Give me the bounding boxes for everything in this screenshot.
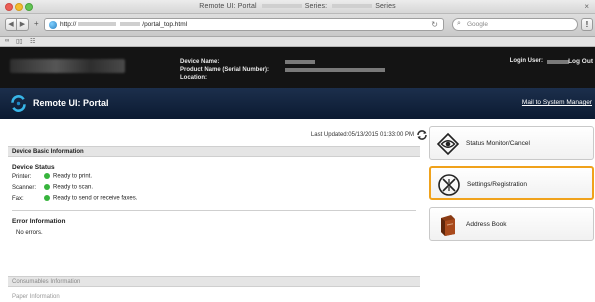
brand-logo: [10, 59, 125, 73]
reading-list-icon[interactable]: ∞: [5, 38, 9, 44]
reload-icon[interactable]: ↻: [431, 20, 438, 29]
device-status-heading: Device Status: [12, 164, 55, 171]
address-bar[interactable]: http:///portal_top.html ↻: [44, 18, 444, 31]
portal-title: Remote UI: Portal: [33, 98, 109, 108]
main-content: Last Updated:05/13/2015 01:33:00 PM Devi…: [8, 119, 427, 302]
error-info-text: No errors.: [16, 230, 43, 236]
divider: [12, 210, 416, 211]
search-icon: ⌕: [457, 20, 461, 27]
page-header: Device Name: Product Name (Serial Number…: [0, 47, 595, 88]
search-input[interactable]: ⌕ Google: [452, 18, 578, 31]
globe-icon: [49, 21, 57, 29]
status-monitor-cancel-button[interactable]: Status Monitor/Cancel: [429, 126, 594, 160]
settings-registration-icon: [438, 174, 460, 196]
window-title: Remote UI: Portal Series: Series: [199, 3, 396, 10]
url-text: http:///portal_top.html: [60, 21, 188, 28]
device-info: Device Name: Product Name (Serial Number…: [180, 58, 385, 82]
status-row-printer: Printer: Ready to print.: [12, 173, 93, 180]
last-updated-text: Last Updated:05/13/2015 01:33:00 PM: [310, 132, 414, 138]
back-arrow-icon[interactable]: ◀: [5, 18, 17, 31]
device-name-row: Device Name:: [180, 58, 315, 66]
device-basic-info-heading: Device Basic Information: [8, 146, 420, 157]
forward-arrow-icon[interactable]: ▶: [17, 18, 29, 31]
status-monitor-icon: [436, 132, 460, 156]
portal-logo-icon: [11, 95, 26, 112]
settings-registration-button[interactable]: Settings/Registration: [429, 166, 594, 200]
status-row-fax: Fax: Ready to send or receive faxes.: [12, 195, 138, 202]
bookmarks-book-icon[interactable]: ▯▯: [16, 38, 23, 45]
product-name-row: Product Name (Serial Number):: [180, 66, 385, 74]
status-ok-icon: [44, 173, 50, 179]
login-user-value: [547, 60, 569, 64]
status-ok-icon: [44, 195, 50, 201]
window-titlebar: Remote UI: Portal Series: Series ×: [0, 0, 595, 14]
add-bookmark-icon[interactable]: +: [34, 19, 39, 28]
location-row: Location:: [180, 75, 207, 81]
status-ok-icon: [44, 184, 50, 190]
address-book-button[interactable]: Address Book: [429, 207, 594, 241]
portal-bar: Remote UI: Portal Mail to System Manager: [0, 88, 595, 119]
status-row-scanner: Scanner: Ready to scan.: [12, 184, 94, 191]
top-sites-icon[interactable]: ☷: [30, 38, 35, 45]
error-info-heading: Error Information: [12, 218, 66, 225]
login-user-label: Login User:: [509, 58, 543, 64]
consumables-info-heading: Consumables Information: [8, 276, 420, 287]
refresh-icon[interactable]: [416, 129, 428, 141]
logout-link[interactable]: Log Out: [568, 58, 593, 65]
close-icon[interactable]: ×: [584, 2, 589, 11]
address-book-icon: [441, 215, 455, 236]
mail-to-manager-link[interactable]: Mail to System Manager: [522, 99, 592, 106]
bookmarks-bar: ∞ ▯▯ ☷: [0, 37, 595, 47]
toolbar-overflow-button[interactable]: !: [581, 18, 593, 31]
browser-toolbar: ◀ ▶ + http:///portal_top.html ↻ ⌕ Google…: [0, 14, 595, 37]
paper-info-heading: Paper Information: [12, 294, 60, 300]
